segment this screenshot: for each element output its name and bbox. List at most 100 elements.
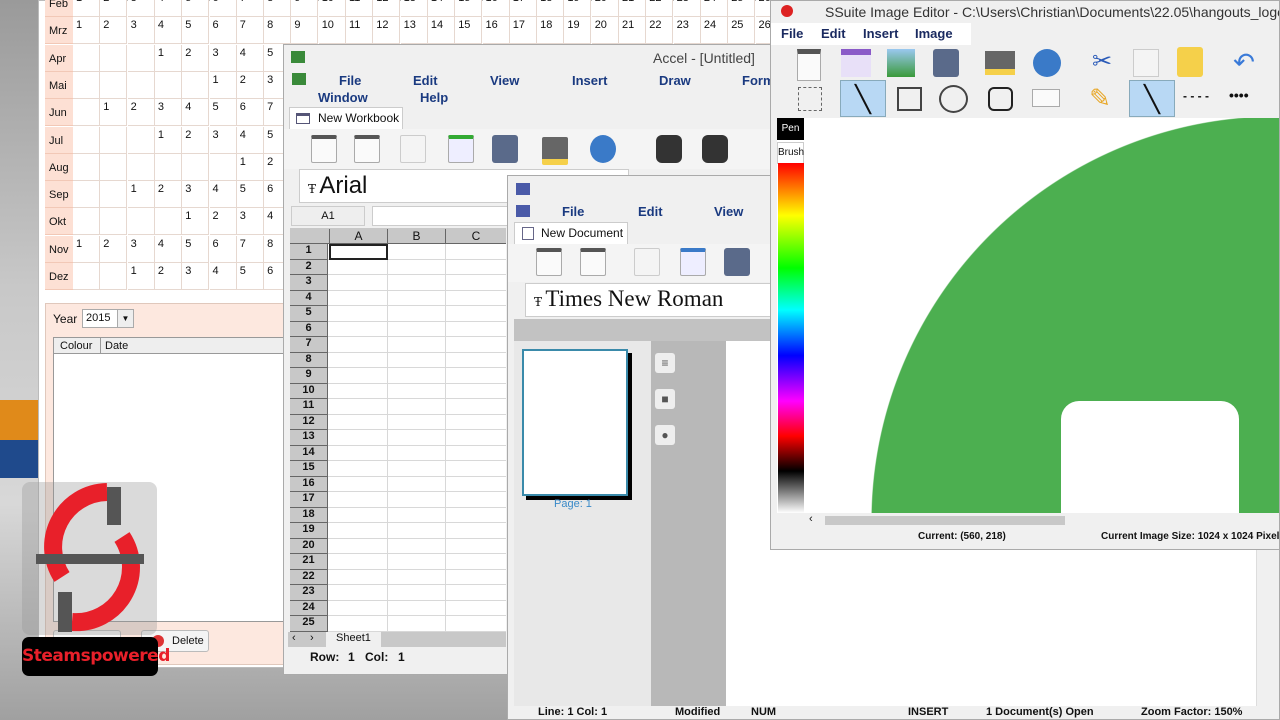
calendar-day-cell[interactable]	[73, 153, 100, 181]
calendar-day-cell[interactable]	[154, 153, 182, 181]
calendar-day-cell[interactable]: 15	[455, 0, 483, 17]
calendar-day-cell[interactable]	[127, 153, 155, 181]
calendar-day-cell[interactable]: 3	[154, 99, 182, 127]
undo-icon[interactable]: ↶	[1227, 47, 1261, 79]
row-header[interactable]: 6	[290, 321, 328, 337]
spreadsheet-row[interactable]: 16	[290, 476, 506, 492]
new-icon[interactable]	[536, 248, 562, 276]
ie-menu-file[interactable]: File	[781, 26, 803, 41]
calendar-day-cell[interactable]: 25	[728, 0, 756, 17]
calendar-day-cell[interactable]: 4	[154, 235, 182, 263]
new-image-icon[interactable]	[797, 49, 821, 81]
calendar-day-cell[interactable]	[182, 71, 210, 99]
solid-line-style-icon[interactable]: ╲	[1129, 80, 1175, 117]
rectangle-tool-icon[interactable]	[897, 87, 922, 111]
menu-help[interactable]: Help	[420, 90, 448, 105]
copy-icon[interactable]	[1133, 49, 1159, 77]
row-header[interactable]: 7	[290, 337, 328, 353]
sheet-prev-icon[interactable]: ‹	[292, 632, 296, 644]
calendar-day-cell[interactable]	[209, 153, 237, 181]
color-spectrum-picker[interactable]	[778, 163, 804, 513]
spreadsheet-row[interactable]: 14	[290, 445, 506, 461]
find-replace-icon[interactable]	[702, 135, 728, 163]
spreadsheet-row[interactable]: 25	[290, 616, 506, 632]
calendar-day-cell[interactable]: 6	[209, 235, 237, 263]
ie-menu-insert[interactable]: Insert	[863, 26, 898, 41]
calendar-day-cell[interactable]: 1	[127, 181, 155, 209]
spreadsheet-row[interactable]: 24	[290, 600, 506, 616]
formula-bar[interactable]	[372, 206, 512, 226]
dotted-line-style-icon[interactable]: ••••	[1229, 87, 1263, 119]
column-header-date[interactable]: Date	[105, 340, 128, 352]
writer-menu-file[interactable]: File	[562, 204, 584, 219]
row-header[interactable]: 3	[290, 275, 328, 291]
copy-pages-icon[interactable]	[634, 248, 660, 276]
calendar-day-cell[interactable]: 22	[646, 17, 674, 45]
calendar-day-cell[interactable]: 2	[100, 0, 128, 17]
tab-new-workbook[interactable]: New Workbook	[289, 107, 403, 129]
calendar-day-cell[interactable]: 9	[291, 17, 319, 45]
ie-menu-edit[interactable]: Edit	[821, 26, 846, 41]
row-header[interactable]: 12	[290, 414, 328, 430]
calendar-day-cell[interactable]: 3	[236, 208, 264, 236]
calendar-day-cell[interactable]: 1	[154, 126, 182, 154]
calendar-day-cell[interactable]: 5	[209, 99, 237, 127]
calendar-day-cell[interactable]: 3	[127, 235, 155, 263]
calendar-day-cell[interactable]	[127, 71, 155, 99]
calendar-day-cell[interactable]	[73, 71, 100, 99]
calendar-day-cell[interactable]: 4	[236, 44, 264, 72]
row-header[interactable]: 16	[290, 476, 328, 492]
new-icon[interactable]	[311, 135, 337, 163]
calendar-day-cell[interactable]	[73, 44, 100, 72]
comments-icon[interactable]: ■	[655, 389, 675, 409]
column-header-colour[interactable]: Colour	[60, 340, 92, 352]
calendar-day-cell[interactable]	[73, 126, 100, 154]
calendar-day-cell[interactable]	[182, 153, 210, 181]
row-header[interactable]: 10	[290, 383, 328, 399]
sheet-next-icon[interactable]: ›	[310, 632, 314, 644]
calendar-day-cell[interactable]: 3	[182, 263, 210, 290]
row-header[interactable]: 14	[290, 445, 328, 461]
calendar-day-cell[interactable]: 1	[73, 17, 100, 45]
calendar-day-cell[interactable]: 2	[100, 17, 128, 45]
landscape-image-icon[interactable]	[887, 49, 915, 77]
sheet-tab-sheet1[interactable]: Sheet1	[326, 632, 381, 647]
calendar-day-cell[interactable]	[73, 181, 100, 209]
save-icon[interactable]	[933, 49, 959, 77]
row-header[interactable]: 23	[290, 585, 328, 601]
windows-icon[interactable]	[841, 49, 871, 77]
calendar-day-cell[interactable]: 2	[154, 263, 182, 290]
calendar-day-cell[interactable]: 4	[154, 0, 182, 17]
spreadsheet-row[interactable]: 19	[290, 523, 506, 539]
ie-menu-image[interactable]: Image	[915, 26, 953, 41]
calendar-day-cell[interactable]: 18	[537, 0, 565, 17]
row-header[interactable]: 9	[290, 368, 328, 384]
chart-sheet-icon[interactable]	[448, 135, 474, 163]
calendar-day-cell[interactable]	[73, 263, 100, 290]
spreadsheet-row[interactable]: 20	[290, 538, 506, 554]
page-thumbnail[interactable]	[522, 349, 628, 496]
spreadsheet-row[interactable]: 3	[290, 275, 506, 291]
print-icon[interactable]	[985, 51, 1015, 75]
column-header-a[interactable]: A	[329, 229, 387, 243]
calendar-day-cell[interactable]: 1	[127, 263, 155, 290]
calendar-day-cell[interactable]	[127, 44, 155, 72]
calendar-day-cell[interactable]: 11	[346, 17, 373, 45]
calendar-day-cell[interactable]	[100, 181, 128, 209]
menu-edit[interactable]: Edit	[413, 73, 438, 88]
calendar-day-cell[interactable]	[100, 153, 128, 181]
calendar-day-cell[interactable]: 23	[673, 0, 701, 17]
chevron-down-icon[interactable]: ▼	[117, 310, 133, 327]
spreadsheet-row[interactable]: 21	[290, 554, 506, 570]
spreadsheet-row[interactable]: 6	[290, 321, 506, 337]
calendar-day-cell[interactable]	[154, 208, 182, 236]
calendar-day-cell[interactable]	[100, 263, 128, 290]
selected-cell-a1[interactable]	[329, 244, 388, 260]
image-canvas[interactable]	[805, 118, 1279, 513]
calendar-day-cell[interactable]: 22	[646, 0, 674, 17]
row-header[interactable]: 17	[290, 492, 328, 508]
calendar-day-cell[interactable]: 2	[209, 208, 237, 236]
calendar-day-cell[interactable]: 21	[619, 0, 646, 17]
calendar-day-cell[interactable]: 5	[182, 235, 210, 263]
calendar-day-cell[interactable]: 1	[182, 208, 210, 236]
